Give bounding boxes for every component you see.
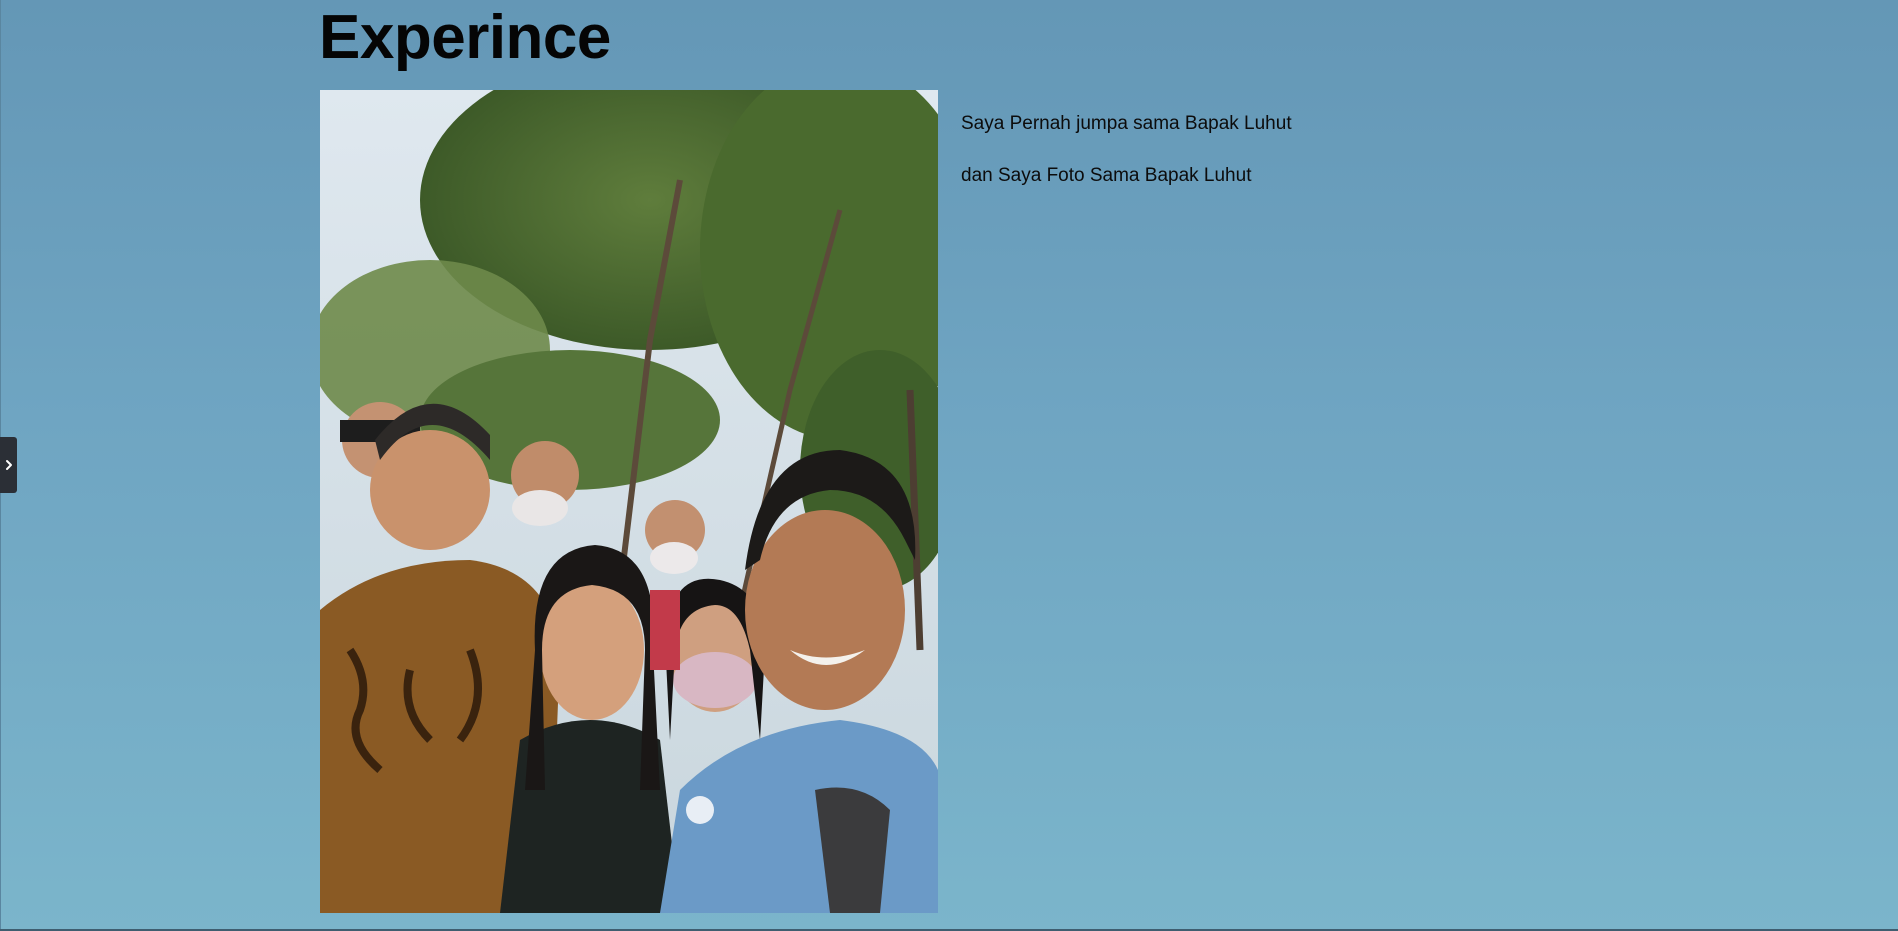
description-line-1: Saya Pernah jumpa sama Bapak Luhut	[961, 113, 1292, 134]
page-heading: Experince	[319, 3, 611, 72]
sidebar-toggle-button[interactable]	[0, 437, 17, 493]
experience-description: Saya Pernah jumpa sama Bapak Luhut dan S…	[961, 112, 1292, 216]
chevron-right-icon	[5, 459, 13, 471]
group-photo	[320, 90, 938, 913]
description-line-2: dan Saya Foto Sama Bapak Luhut	[961, 165, 1252, 186]
